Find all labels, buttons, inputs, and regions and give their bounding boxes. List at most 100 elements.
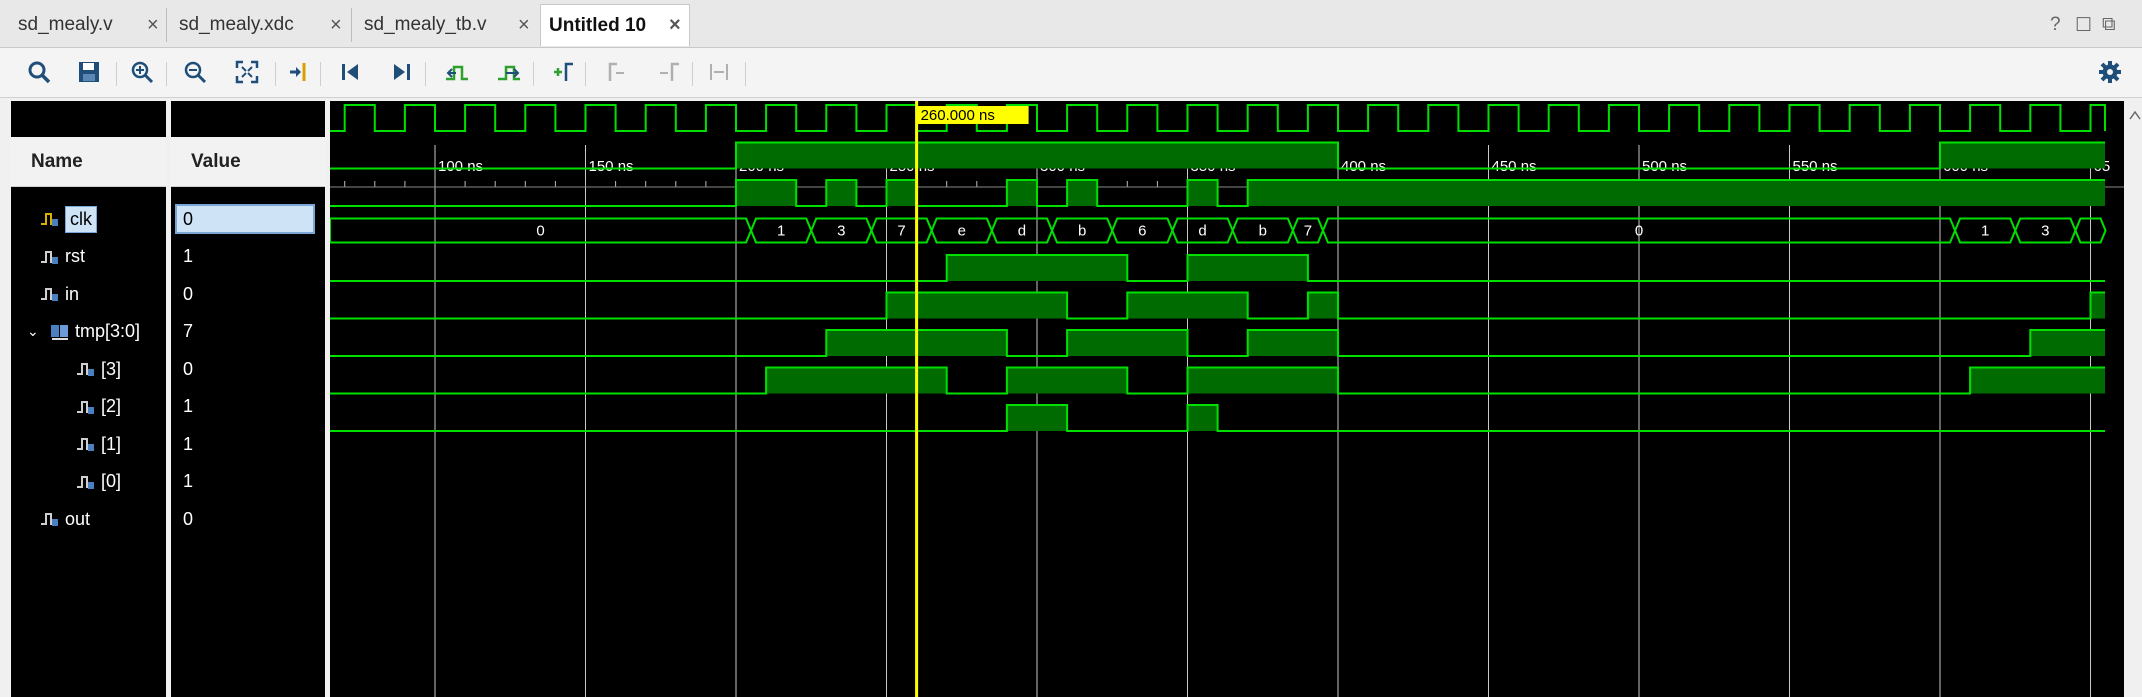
out-high-fill <box>1187 405 1218 431</box>
signal-icon <box>75 473 97 491</box>
name-column-header[interactable]: Name <box>11 137 166 187</box>
in-high-fill <box>1187 180 1218 206</box>
in-high-fill <box>1247 180 2105 206</box>
signal-name: [2] <box>101 396 122 416</box>
bus-value-label: 7 <box>1304 223 1312 240</box>
rst-high-fill <box>1940 142 2105 169</box>
bus-value-label: b <box>1078 223 1086 240</box>
tab-sd-mealy-tb-v[interactable]: sd_mealy_tb.v × <box>352 4 540 46</box>
signal-name: tmp[3:0] <box>75 321 141 341</box>
bus-value-label: b <box>1259 223 1267 240</box>
bus-value-label: 0 <box>1635 223 1643 240</box>
signal-name: [3] <box>101 358 122 379</box>
waveform-toolbar <box>0 48 2142 98</box>
tab-label: Untitled 10 <box>549 14 647 36</box>
time-tick-label: 550 ns <box>1793 158 1838 175</box>
bus-value-label: 1 <box>1981 223 1989 240</box>
save-icon[interactable] <box>72 55 106 89</box>
time-tick-label: 400 ns <box>1341 158 1386 175</box>
signal-icon <box>75 360 97 378</box>
signal-value[interactable]: 7 <box>183 317 193 347</box>
signal-name-row[interactable]: rst <box>39 242 85 272</box>
float-window-icon[interactable]: ⧉ <box>2102 14 2116 36</box>
signal-name-row[interactable]: [1] <box>75 429 121 459</box>
tmp1-high-fill <box>1067 330 1188 356</box>
signal-name: [1] <box>101 433 122 454</box>
signal-name-row[interactable]: [0] <box>75 467 121 497</box>
tab-sd-mealy-xdc[interactable]: sd_mealy.xdc × <box>167 4 350 46</box>
tab-label: sd_mealy.xdc <box>179 14 294 35</box>
out-high-fill <box>1006 405 1068 431</box>
signal-value[interactable]: 0 <box>183 279 193 309</box>
close-icon[interactable]: × <box>147 14 159 37</box>
signal-name-row[interactable]: ⌄ tmp[3:0] <box>27 317 141 347</box>
signal-value[interactable]: 0 <box>175 204 315 234</box>
in-high-fill <box>736 180 797 206</box>
tmp2-high-fill <box>886 292 1068 319</box>
tmp1-high-fill <box>2030 330 2105 356</box>
add-marker-icon[interactable] <box>546 55 580 89</box>
tmp1-waveform <box>330 329 2105 357</box>
next-transition-icon[interactable] <box>492 55 526 89</box>
tmp2-high-fill <box>2090 292 2105 319</box>
tab-label: sd_mealy.v <box>18 14 113 35</box>
close-icon[interactable]: × <box>669 14 681 37</box>
go-to-last-time-icon[interactable] <box>385 55 419 89</box>
signal-icon <box>39 510 61 528</box>
bus-value-label: 7 <box>897 223 905 240</box>
signal-name: rst <box>65 246 85 266</box>
editor-tab-bar: sd_mealy.v × sd_mealy.xdc × sd_mealy_tb.… <box>0 0 2142 48</box>
tab-sd-mealy-v[interactable]: sd_mealy.v × <box>0 4 165 46</box>
zoom-in-icon[interactable] <box>125 55 159 89</box>
go-to-cursor-icon[interactable] <box>282 55 316 89</box>
tab-untitled-10[interactable]: Untitled 10 × <box>540 4 690 46</box>
signal-name-panel: Name clk rst in ⌄ tmp[3:0] [3] [2] [1] [0] out <box>11 101 166 697</box>
vertical-scrollbar[interactable] <box>2128 101 2142 697</box>
bus-value-label: d <box>1018 223 1026 240</box>
value-column-header[interactable]: Value <box>171 137 325 187</box>
signal-name-row[interactable]: [3] <box>75 354 121 384</box>
in-high-fill <box>826 180 857 206</box>
chevron-down-icon[interactable]: ⌄ <box>27 323 39 340</box>
close-icon[interactable]: × <box>518 14 530 37</box>
signal-name-row[interactable]: in <box>39 279 79 309</box>
signal-value[interactable]: 1 <box>183 429 193 459</box>
tmp3-high-fill <box>1187 255 1308 281</box>
bus-value-label: 3 <box>837 223 845 240</box>
bus-value-label: 6 <box>1138 223 1146 240</box>
signal-value[interactable]: 1 <box>183 467 193 497</box>
signal-name-row[interactable]: clk <box>39 204 97 234</box>
next-marker-icon[interactable] <box>652 55 686 89</box>
waveform-canvas[interactable]: 100 ns150 ns200 ns250 ns300 ns350 ns400 … <box>330 101 2124 697</box>
bus-value-label: e <box>958 223 966 240</box>
signal-value-panel: Value 0 1 0 7 0 1 1 1 0 <box>171 101 325 697</box>
signal-name-row[interactable]: [2] <box>75 392 121 422</box>
previous-transition-icon[interactable] <box>440 55 474 89</box>
signal-name: in <box>65 283 80 304</box>
tab-label: sd_mealy_tb.v <box>364 14 487 35</box>
close-icon[interactable]: × <box>330 14 342 37</box>
search-icon[interactable] <box>22 55 56 89</box>
restore-icon[interactable]: ☐ <box>2075 14 2092 37</box>
signal-value[interactable]: 1 <box>183 242 193 272</box>
zoom-fit-icon[interactable] <box>230 55 264 89</box>
out-waveform <box>330 404 2105 432</box>
in-high-fill <box>1067 180 1098 206</box>
signal-value[interactable]: 1 <box>183 392 193 422</box>
help-icon[interactable]: ? <box>2050 14 2061 36</box>
zoom-out-icon[interactable] <box>178 55 212 89</box>
tmp2-high-fill <box>1127 292 1248 319</box>
tmp0-high-fill <box>766 367 947 394</box>
go-to-time-zero-icon[interactable] <box>333 55 367 89</box>
settings-gear-icon[interactable] <box>2093 55 2127 89</box>
signal-name-row[interactable]: out <box>39 504 90 534</box>
swap-cursors-icon[interactable] <box>702 55 736 89</box>
in-high-fill <box>886 180 917 206</box>
time-tick-label: 450 ns <box>1492 158 1537 175</box>
signal-value[interactable]: 0 <box>183 354 193 384</box>
time-tick-label: 100 ns <box>438 158 483 175</box>
signal-value[interactable]: 0 <box>183 504 193 534</box>
time-tick-label: 150 ns <box>589 158 634 175</box>
signal-name: [0] <box>101 471 122 491</box>
previous-marker-icon[interactable] <box>600 55 634 89</box>
